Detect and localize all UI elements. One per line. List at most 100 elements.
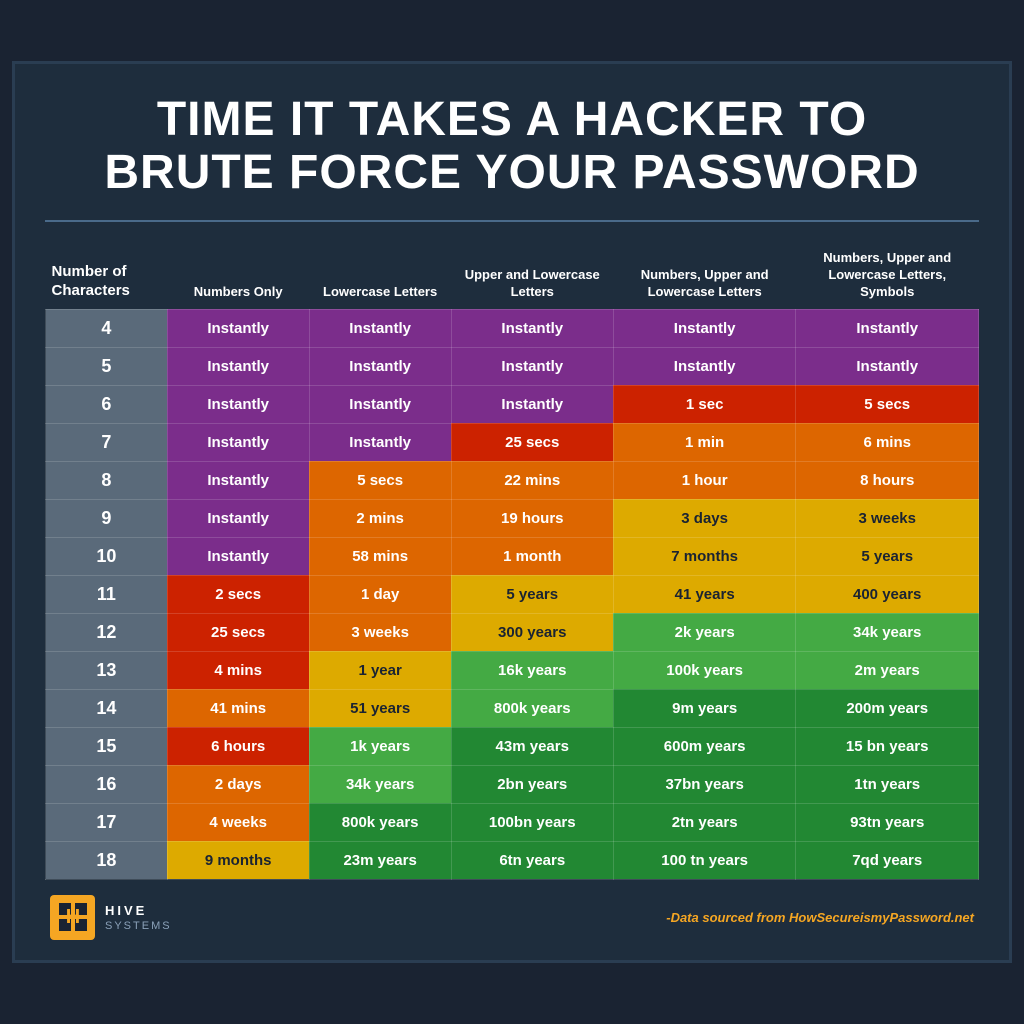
char-count-cell: 13 [46,651,168,689]
cell-c6: 93tn years [796,803,979,841]
logo-icon: H [50,895,95,940]
table-body: 4InstantlyInstantlyInstantlyInstantlyIns… [46,309,979,879]
cell-c5: 1 hour [613,461,796,499]
cell-c3: 2 mins [309,499,451,537]
cell-c6: 8 hours [796,461,979,499]
table-row: 189 months23m years6tn years100 tn years… [46,841,979,879]
cell-c3: 1 day [309,575,451,613]
char-count-cell: 9 [46,499,168,537]
cell-c2: 41 mins [167,689,309,727]
header-row: Number of Characters Numbers Only Lowerc… [46,242,979,309]
cell-c4: 800k years [451,689,613,727]
cell-c4: 6tn years [451,841,613,879]
cell-c2: 6 hours [167,727,309,765]
cell-c5: 1 min [613,423,796,461]
char-count-cell: 16 [46,765,168,803]
header-col4: Upper and Lowercase Letters [451,242,613,309]
cell-c4: Instantly [451,385,613,423]
cell-c3: 51 years [309,689,451,727]
cell-c6: 400 years [796,575,979,613]
char-count-cell: 12 [46,613,168,651]
cell-c2: 2 secs [167,575,309,613]
cell-c5: Instantly [613,347,796,385]
cell-c5: 37bn years [613,765,796,803]
table-container: Number of Characters Numbers Only Lowerc… [45,242,979,880]
cell-c2: Instantly [167,537,309,575]
cell-c3: Instantly [309,347,451,385]
table-row: 174 weeks800k years100bn years2tn years9… [46,803,979,841]
cell-c2: 4 weeks [167,803,309,841]
title-line1: TIME IT TAKES A HACKER TO [157,93,867,146]
table-row: 8Instantly5 secs22 mins1 hour8 hours [46,461,979,499]
table-row: 7InstantlyInstantly25 secs1 min6 mins [46,423,979,461]
cell-c2: Instantly [167,347,309,385]
data-source: -Data sourced from HowSecureismyPassword… [666,910,974,925]
cell-c2: Instantly [167,385,309,423]
cell-c4: 22 mins [451,461,613,499]
cell-c5: 9m years [613,689,796,727]
cell-c2: 2 days [167,765,309,803]
cell-c6: 34k years [796,613,979,651]
divider [45,220,979,222]
cell-c3: Instantly [309,423,451,461]
logo: H HIVE SYSTEMS [50,895,172,940]
cell-c6: 1tn years [796,765,979,803]
main-container: TIME IT TAKES A HACKER TO BRUTE FORCE YO… [12,61,1012,962]
cell-c3: 34k years [309,765,451,803]
char-count-cell: 6 [46,385,168,423]
cell-c4: 19 hours [451,499,613,537]
cell-c2: 25 secs [167,613,309,651]
cell-c5: 2k years [613,613,796,651]
header-col6: Numbers, Upper and Lowercase Letters, Sy… [796,242,979,309]
cell-c6: Instantly [796,347,979,385]
cell-c4: 1 month [451,537,613,575]
cell-c3: 58 mins [309,537,451,575]
cell-c6: 2m years [796,651,979,689]
char-count-cell: 4 [46,309,168,347]
table-row: 156 hours1k years43m years600m years15 b… [46,727,979,765]
cell-c4: 16k years [451,651,613,689]
table-row: 5InstantlyInstantlyInstantlyInstantlyIns… [46,347,979,385]
cell-c6: 200m years [796,689,979,727]
title-line2: BRUTE FORCE YOUR PASSWORD [104,146,919,199]
char-count-cell: 7 [46,423,168,461]
cell-c2: Instantly [167,461,309,499]
char-count-cell: 14 [46,689,168,727]
header-col1: Number of Characters [46,242,168,309]
cell-c4: 100bn years [451,803,613,841]
table-row: 4InstantlyInstantlyInstantlyInstantlyIns… [46,309,979,347]
table-row: 162 days34k years2bn years37bn years1tn … [46,765,979,803]
main-title: TIME IT TAKES A HACKER TO BRUTE FORCE YO… [45,94,979,200]
cell-c6: 7qd years [796,841,979,879]
cell-c2: 4 mins [167,651,309,689]
table-row: 10Instantly58 mins1 month7 months5 years [46,537,979,575]
header-col2: Numbers Only [167,242,309,309]
header-col5: Numbers, Upper and Lowercase Letters [613,242,796,309]
cell-c4: 300 years [451,613,613,651]
cell-c6: 6 mins [796,423,979,461]
cell-c4: 2bn years [451,765,613,803]
svg-text:H: H [65,906,79,928]
cell-c3: 3 weeks [309,613,451,651]
cell-c5: 100 tn years [613,841,796,879]
cell-c5: 7 months [613,537,796,575]
cell-c3: 1 year [309,651,451,689]
cell-c2: Instantly [167,499,309,537]
char-count-cell: 17 [46,803,168,841]
cell-c2: Instantly [167,423,309,461]
table-row: 6InstantlyInstantlyInstantly1 sec5 secs [46,385,979,423]
cell-c3: Instantly [309,309,451,347]
logo-name: HIVE [105,902,172,920]
cell-c4: 25 secs [451,423,613,461]
header-col3: Lowercase Letters [309,242,451,309]
cell-c5: 600m years [613,727,796,765]
cell-c6: 3 weeks [796,499,979,537]
cell-c5: 3 days [613,499,796,537]
char-count-cell: 15 [46,727,168,765]
cell-c5: Instantly [613,309,796,347]
logo-sub: SYSTEMS [105,920,172,932]
char-count-cell: 8 [46,461,168,499]
table-row: 1225 secs3 weeks300 years2k years34k yea… [46,613,979,651]
table-row: 112 secs1 day5 years41 years400 years [46,575,979,613]
cell-c5: 41 years [613,575,796,613]
